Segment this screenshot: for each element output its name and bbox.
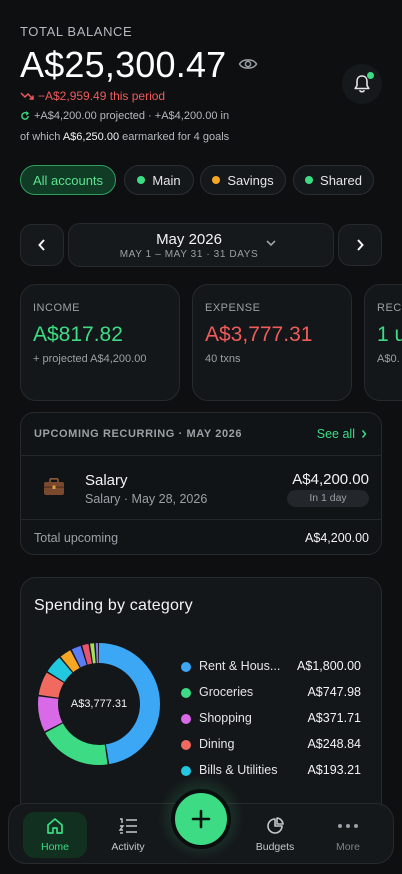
previous-period-button[interactable]	[20, 224, 64, 266]
income-label: INCOME	[33, 302, 80, 314]
legend-name: Dining	[199, 737, 235, 751]
chip-label: Savings	[227, 172, 274, 188]
notifications-button[interactable]	[342, 64, 382, 104]
chip-label: All accounts	[32, 172, 104, 188]
recurring-heading: UPCOMING RECURRING · MAY 2026	[34, 428, 243, 440]
savings-dot	[212, 176, 221, 184]
upcoming-recurring-card: UPCOMING RECURRING · MAY 2026 See all Sa…	[20, 412, 382, 555]
income-value: A$817.82	[33, 323, 123, 346]
nav-more[interactable]: More	[316, 812, 380, 858]
goals-prefix: of which	[20, 131, 61, 143]
goals-amount: A$6,250.00	[62, 131, 120, 143]
goals-suffix: earmarked for 4 goals	[122, 131, 230, 143]
chevron-down-icon	[266, 240, 276, 247]
legend-dot	[181, 662, 191, 672]
legend-value: A$248.84	[307, 737, 361, 751]
eye-icon[interactable]	[238, 55, 258, 73]
recurring-item-salary[interactable]: Salary Salary · May 28, 2026 A$4,200.00 …	[21, 455, 381, 520]
chevron-left-icon	[38, 239, 45, 251]
expense-value: A$3,777.31	[205, 323, 313, 346]
period-change-text: −A$2,959.49 this period	[38, 89, 166, 103]
legend-item[interactable]: Shopping A$371.71	[181, 710, 361, 728]
chip-main[interactable]: Main	[124, 165, 194, 195]
legend-value: A$193.21	[307, 763, 361, 777]
period-selector[interactable]: May 2026 MAY 1 – MAY 31 · 31 DAYS	[68, 223, 334, 267]
see-all-label: See all	[316, 427, 355, 441]
add-transaction-button[interactable]	[171, 789, 231, 849]
main-dot	[137, 176, 146, 184]
recurring-label: RECU	[377, 302, 402, 314]
refresh-icon	[21, 111, 29, 120]
shared-dot	[305, 176, 314, 184]
chip-shared[interactable]: Shared	[293, 165, 374, 195]
legend-name: Rent & Hous...	[199, 659, 281, 673]
legend-item[interactable]: Rent & Hous... A$1,800.00	[181, 658, 361, 676]
projected-line: +A$4,200.00 projected · +A$4,200.00 in	[20, 110, 229, 122]
home-icon	[47, 818, 63, 834]
projected-text: +A$4,200.00 projected · +A$4,200.00 in	[34, 110, 230, 122]
nav-activity[interactable]: Activity	[96, 812, 160, 858]
next-period-button[interactable]	[338, 224, 382, 266]
legend-value: A$1,800.00	[297, 659, 361, 673]
recurring-item-sub: Salary · May 28, 2026	[85, 492, 208, 506]
chevron-right-icon	[357, 239, 364, 251]
legend-value: A$371.71	[307, 711, 361, 725]
trend-down-icon	[20, 92, 34, 100]
recurring-card[interactable]: RECU 1 u A$0.	[364, 284, 402, 401]
recurring-item-name: Salary	[85, 472, 128, 489]
pie-chart-icon	[267, 817, 284, 834]
recurring-sub: A$0.	[377, 353, 400, 365]
chip-label: Main	[152, 172, 181, 188]
chip-savings[interactable]: Savings	[200, 165, 286, 195]
donut-center-total: A$3,777.31	[70, 698, 128, 710]
chip-label: Shared	[320, 172, 362, 188]
legend-value: A$747.98	[307, 685, 361, 699]
list-icon	[118, 818, 137, 834]
legend-name: Groceries	[199, 685, 254, 699]
total-balance-label: TOTAL BALANCE	[20, 24, 133, 39]
expense-label: EXPENSE	[205, 302, 261, 314]
briefcase-icon	[44, 478, 64, 495]
recurring-due-badge: In 1 day	[287, 490, 369, 507]
total-upcoming-value: A$4,200.00	[305, 531, 369, 545]
period-change: −A$2,959.49 this period	[20, 89, 165, 103]
income-card[interactable]: INCOME A$817.82 + projected A$4,200.00	[20, 284, 180, 401]
legend-item[interactable]: Dining A$248.84	[181, 736, 361, 754]
more-dots-icon	[338, 824, 358, 828]
legend-dot	[181, 688, 191, 698]
period-range: MAY 1 – MAY 31 · 31 DAYS	[119, 249, 259, 260]
notification-dot	[366, 71, 375, 80]
legend-name: Shopping	[199, 711, 252, 725]
spending-title: Spending by category	[34, 597, 193, 614]
total-upcoming-label: Total upcoming	[34, 531, 119, 545]
income-sub: + projected A$4,200.00	[33, 353, 147, 365]
nav-budgets-label: Budgets	[255, 841, 295, 853]
chip-all-accounts[interactable]: All accounts	[20, 165, 116, 195]
nav-budgets[interactable]: Budgets	[243, 812, 307, 858]
recurring-item-amount: A$4,200.00	[292, 471, 369, 488]
expense-card[interactable]: EXPENSE A$3,777.31 40 txns	[192, 284, 352, 401]
nav-more-label: More	[336, 841, 360, 853]
chevron-right-icon	[361, 430, 367, 438]
goals-line: of which A$6,250.00 earmarked for 4 goal…	[20, 131, 229, 143]
nav-home-label: Home	[40, 841, 69, 853]
nav-activity-label: Activity	[111, 841, 145, 853]
legend-dot	[181, 740, 191, 750]
legend-item[interactable]: Groceries A$747.98	[181, 684, 361, 702]
expense-sub: 40 txns	[205, 353, 241, 365]
recurring-value: 1 u	[377, 323, 402, 346]
total-balance-value: A$25,300.47	[20, 44, 227, 85]
legend-dot	[181, 714, 191, 724]
see-all-link[interactable]: See all	[317, 427, 367, 441]
plus-icon	[191, 809, 211, 829]
nav-home[interactable]: Home	[23, 812, 87, 858]
